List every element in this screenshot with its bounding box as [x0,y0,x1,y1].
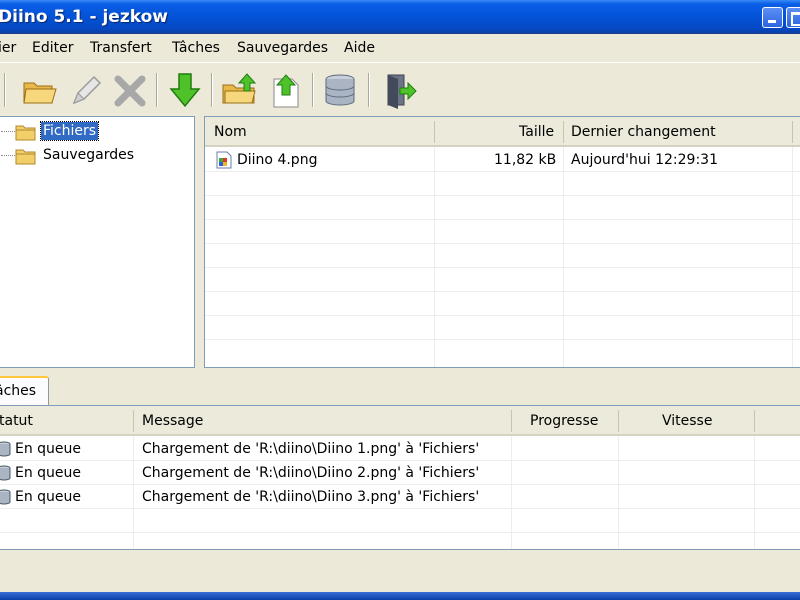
grid-line [0,460,800,461]
grid-line [434,147,435,367]
file-list[interactable]: Nom Taille Dernier changement Diino 4.pn… [204,116,800,368]
tree-item-label: Fichiers [39,121,100,141]
queue-icon [0,441,11,457]
window-title: Diino 5.1 - jezkow [0,7,168,27]
database-icon[interactable] [320,71,360,109]
menu-aide[interactable]: Aide [344,40,375,56]
taskbar-edge [0,592,800,600]
download-icon[interactable] [165,71,205,109]
column-divider[interactable] [754,410,755,432]
grid-line [754,436,755,549]
queue-icon [0,489,11,505]
upload-file-icon[interactable] [266,71,306,109]
task-list[interactable]: tatut Message Progresse Vitesse En queue… [0,405,800,550]
tree-connector [1,131,15,132]
task-message: Chargement de 'R:\diino\Diino 3.png' à '… [142,489,480,505]
menu-taches[interactable]: Tâches [172,40,220,56]
column-header-vitesse[interactable]: Vitesse [662,413,712,429]
menu-fichier[interactable]: ier [0,40,16,56]
tab-label: âches [0,383,37,399]
column-header-nom[interactable]: Nom [214,124,247,140]
column-divider[interactable] [133,410,134,432]
column-header-dernier-changement[interactable]: Dernier changement [571,124,716,140]
grid-line [0,532,800,533]
toolbar-separator [312,73,314,107]
grid-line [618,436,619,549]
grid-line [205,219,800,220]
column-header-message[interactable]: Message [142,413,203,429]
menu-sauvegardes[interactable]: Sauvegardes [237,40,328,56]
png-file-icon [215,151,233,169]
exit-icon[interactable] [378,71,418,109]
column-divider[interactable] [511,410,512,432]
grid-line [511,436,512,549]
task-status: En queue [15,441,82,457]
menu-transfert[interactable]: Transfert [90,40,152,56]
menu-bar: ier Editer Transfert Tâches Sauvegardes … [0,34,800,62]
task-message: Chargement de 'R:\diino\Diino 2.png' à '… [142,465,480,481]
toolbar-separator [156,73,158,107]
file-list-header: Nom Taille Dernier changement [205,117,800,147]
menu-editer[interactable]: Editer [32,40,73,56]
grid-line [205,339,800,340]
task-status: En queue [15,465,82,481]
column-header-statut[interactable]: tatut [0,413,33,429]
grid-line [205,315,800,316]
minimize-button[interactable] [762,7,783,28]
toolbar-separator [4,73,6,107]
grid-line [133,436,134,549]
folder-icon [15,147,37,165]
grid-line [205,267,800,268]
file-modified: Aujourd'hui 12:29:31 [571,152,718,168]
grid-line [205,291,800,292]
file-size: 11,82 kB [494,152,557,168]
tree-connector [1,155,15,156]
grid-line [563,147,564,367]
column-divider[interactable] [563,121,564,143]
grid-line [205,171,800,172]
toolbar [0,62,800,116]
toolbar-separator [368,73,370,107]
task-status: En queue [15,489,82,505]
column-header-progresse[interactable]: Progresse [530,413,598,429]
tree-item-label: Sauvegardes [43,147,135,163]
folder-tree[interactable]: Fichiers Sauvegardes [0,116,195,368]
grid-line [0,508,800,509]
grid-line [0,484,800,485]
task-list-header: tatut Message Progresse Vitesse [0,406,800,436]
grid-line [205,243,800,244]
grid-line [205,195,800,196]
column-header-taille[interactable]: Taille [519,124,554,140]
queue-icon [0,465,11,481]
column-divider[interactable] [618,410,619,432]
maximize-button[interactable] [786,7,800,28]
delete-icon[interactable] [110,71,150,109]
grid-line [792,147,793,367]
folder-icon [15,123,37,141]
toolbar-separator [211,73,213,107]
tab-taches[interactable]: âches [0,376,49,406]
task-message: Chargement de 'R:\diino\Diino 1.png' à '… [142,441,480,457]
column-divider[interactable] [434,121,435,143]
file-name[interactable]: Diino 4.png [237,152,317,168]
open-folder-icon[interactable] [20,71,60,109]
title-bar[interactable]: Diino 5.1 - jezkow [0,0,800,34]
column-divider[interactable] [792,121,793,143]
upload-folder-icon[interactable] [220,71,260,109]
pencil-icon[interactable] [66,71,106,109]
